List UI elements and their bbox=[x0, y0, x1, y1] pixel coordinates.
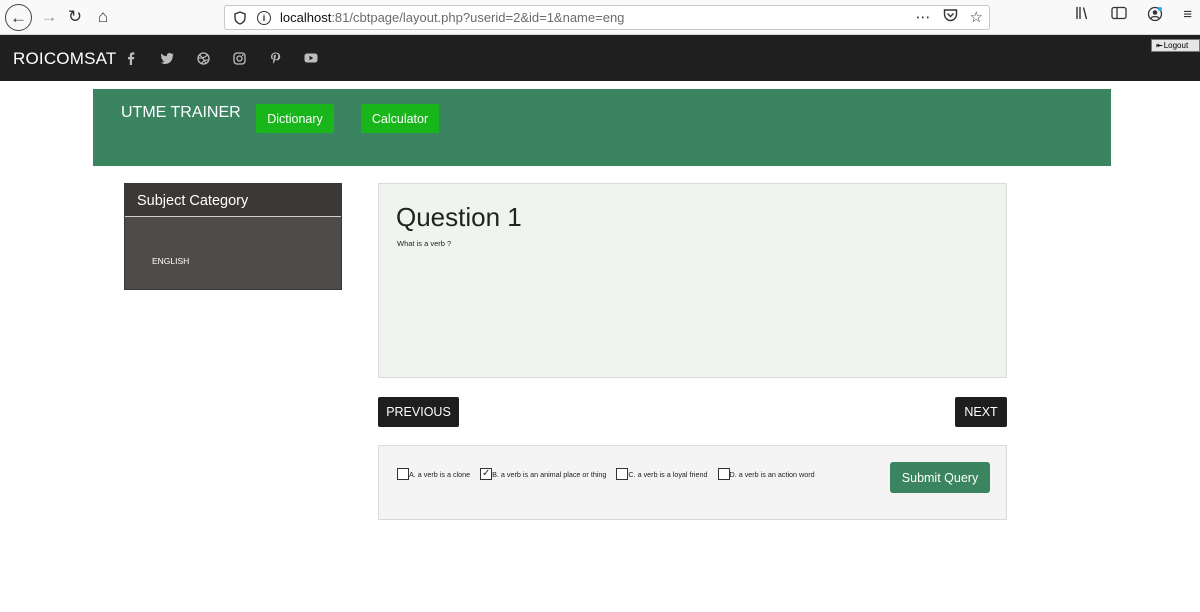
home-icon[interactable]: ⌂ bbox=[90, 4, 116, 30]
question-title: Question 1 bbox=[396, 202, 522, 232]
app-header: UTME TRAINER Dictionary Calculator bbox=[93, 89, 1111, 166]
option-b-checkbox[interactable]: ✓ bbox=[480, 468, 493, 480]
option-c-checkbox[interactable] bbox=[616, 468, 629, 480]
youtube-icon[interactable] bbox=[302, 49, 320, 67]
calculator-button[interactable]: Calculator bbox=[361, 104, 439, 133]
reload-icon[interactable]: ↻ bbox=[62, 4, 88, 30]
option-a-label: A. a verb is a clone bbox=[409, 469, 471, 479]
account-icon[interactable] bbox=[1147, 6, 1163, 26]
next-button[interactable]: NEXT bbox=[955, 397, 1007, 427]
twitter-icon[interactable] bbox=[158, 49, 176, 67]
forward-icon[interactable]: → bbox=[36, 4, 62, 30]
social-links bbox=[122, 49, 320, 67]
option-a-checkbox[interactable] bbox=[397, 468, 409, 480]
option-c[interactable]: C. a verb is a loyal friend bbox=[616, 468, 708, 480]
sidebar-icon[interactable] bbox=[1111, 6, 1127, 26]
more-icon[interactable]: ⋯ bbox=[916, 8, 931, 26]
library-icon[interactable] bbox=[1075, 6, 1091, 26]
url-host: localhost bbox=[280, 10, 332, 25]
address-bar[interactable]: i localhost:81/cbtpage/layout.php?userid… bbox=[224, 5, 990, 30]
submit-query-button[interactable]: Submit Query bbox=[890, 462, 990, 493]
subject-category-panel: Subject Category ENGLISH bbox=[124, 183, 342, 290]
subject-category-heading: Subject Category bbox=[125, 184, 341, 217]
option-d-checkbox[interactable] bbox=[717, 468, 730, 480]
menu-icon[interactable]: ≡ bbox=[1183, 6, 1192, 26]
question-text: What is a verb ? bbox=[397, 239, 452, 248]
option-b-label: B. a verb is an animal place or thing bbox=[492, 469, 607, 479]
subject-item-english[interactable]: ENGLISH bbox=[152, 256, 189, 266]
option-d-label: D. a verb is an action word bbox=[729, 469, 815, 479]
browser-toolbar: ← → ↻ ⌂ i localhost:81/cbtpage/layout.ph… bbox=[0, 0, 1200, 35]
url-path: :81/cbtpage/layout.php?userid=2&id=1&nam… bbox=[331, 10, 625, 25]
info-icon[interactable]: i bbox=[257, 10, 271, 25]
option-c-label: C. a verb is a loyal friend bbox=[628, 469, 708, 479]
pocket-icon[interactable] bbox=[943, 8, 958, 26]
previous-button[interactable]: PREVIOUS bbox=[378, 397, 459, 427]
back-icon[interactable]: ← bbox=[5, 4, 32, 31]
app-title: UTME TRAINER bbox=[121, 104, 241, 121]
answer-options-panel: A. a verb is a clone ✓ B. a verb is an a… bbox=[378, 445, 1007, 520]
option-d[interactable]: D. a verb is an action word bbox=[717, 468, 815, 480]
dribbble-icon[interactable] bbox=[194, 49, 212, 67]
logout-icon: ⇤ bbox=[1156, 41, 1163, 50]
bookmark-star-icon[interactable]: ☆ bbox=[970, 8, 983, 26]
instagram-icon[interactable] bbox=[230, 49, 248, 67]
logout-button[interactable]: ⇤ Logout bbox=[1151, 39, 1200, 52]
shield-icon[interactable] bbox=[233, 10, 247, 25]
pinterest-icon[interactable] bbox=[266, 49, 284, 67]
facebook-icon[interactable] bbox=[122, 49, 140, 67]
site-navbar: ROICOMSAT bbox=[0, 35, 1200, 81]
question-panel: Question 1 What is a verb ? bbox=[378, 183, 1007, 378]
option-a[interactable]: A. a verb is a clone bbox=[397, 468, 470, 480]
option-b[interactable]: ✓ B. a verb is an animal place or thing bbox=[480, 468, 606, 480]
answer-options: A. a verb is a clone ✓ B. a verb is an a… bbox=[397, 468, 815, 480]
dictionary-button[interactable]: Dictionary bbox=[256, 104, 334, 133]
site-brand[interactable]: ROICOMSAT bbox=[13, 49, 117, 69]
